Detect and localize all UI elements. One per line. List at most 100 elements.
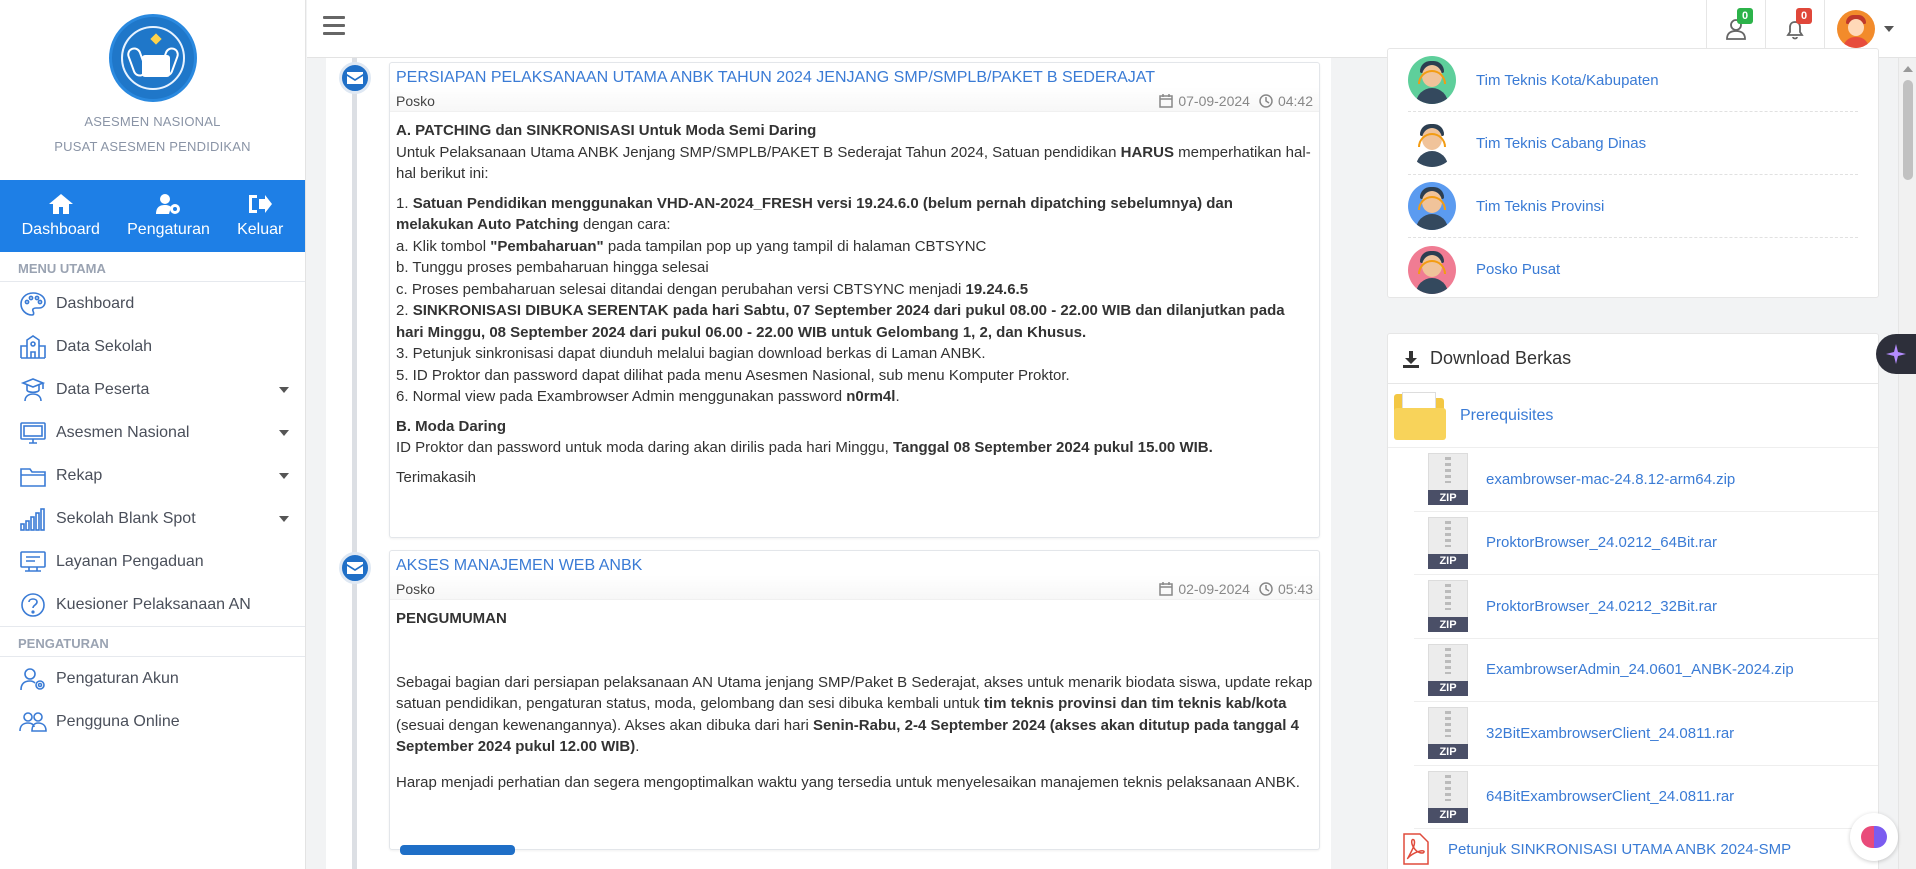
hamburger-menu-icon[interactable] [323,16,345,36]
file-link[interactable]: ProktorBrowser_24.0212_64Bit.rar [1486,534,1717,551]
posko-label[interactable]: Tim Teknis Kota/Kabupaten [1476,72,1659,89]
sidebar-item-rekap[interactable]: Rekap [0,454,305,497]
file-link[interactable]: 64BitExambrowserClient_24.0811.rar [1486,788,1734,805]
quick-pengaturan-label: Pengaturan [127,221,210,238]
posko-label[interactable]: Tim Teknis Cabang Dinas [1476,135,1646,152]
sidebar-item-dashboard[interactable]: Dashboard [0,282,305,325]
sidebar-item-kuesioner[interactable]: Kuesioner Pelaksanaan AN [0,583,305,626]
chevron-down-icon [279,387,289,393]
announcement-body: A. PATCHING dan SINKRONISASI Untuk Moda … [390,112,1319,506]
clock-icon [1259,94,1273,108]
org-name-line2: PUSAT ASESMEN PENDIDIKAN [54,139,251,154]
folder-icon [1394,391,1446,440]
step-2: 2. SINKRONISASI DIBUKA SERENTAK pada har… [396,302,1285,341]
calendar-icon [1159,94,1174,108]
quick-keluar-label: Keluar [237,221,284,238]
announcement-title[interactable]: AKSES MANAJEMEN WEB ANBK [390,551,1319,575]
quick-pengaturan-button[interactable]: Pengaturan [127,193,210,239]
tut-wuri-handayani-logo[interactable] [108,14,197,102]
intro-paragraph: Untuk Pelaksanaan Utama ANBK Jenjang SMP… [396,143,1311,183]
file-link[interactable]: exambrowser-mac-24.8.12-arm64.zip [1486,471,1735,488]
step-6: 6. Normal view pada Exambrowser Admin me… [396,388,900,405]
section-heading-b: B. Moda Daring [396,417,507,435]
user-cog-icon [156,194,181,214]
sidebar: ASESMEN NASIONAL PUSAT ASESMEN PENDIDIKA… [0,0,306,869]
sidebar-item-label: Asesmen Nasional [56,423,190,441]
sidebar-item-label: Data Sekolah [56,337,153,355]
envelope-icon [339,552,371,584]
file-item[interactable]: ZIP 32BitExambrowserClient_24.0811.rar [1414,702,1878,766]
file-link[interactable]: ProktorBrowser_24.0212_32Bit.rar [1486,598,1717,615]
helpdesk-avatar-icon [1408,182,1456,230]
sidebar-item-layanan-pengaduan[interactable]: Layanan Pengaduan [0,540,305,583]
download-header: Download Berkas [1388,334,1878,384]
chevron-down-icon [279,430,289,436]
sidebar-item-label: Sekolah Blank Spot [56,509,196,527]
announcement-heading: PENGUMUMAN [396,610,507,627]
file-link[interactable]: ExambrowserAdmin_24.0601_ANBK-2024.zip [1486,661,1794,678]
ai-assistant-button[interactable] [1876,334,1916,374]
posko-item[interactable]: Tim Teknis Provinsi [1408,175,1858,238]
scroll-up-arrow-icon[interactable] [1902,66,1913,72]
folder-label[interactable]: Prerequisites [1460,407,1553,425]
download-panel: Download Berkas Prerequisites ZIP exambr… [1387,333,1879,869]
org-name-line1: ASESMEN NASIONAL [84,114,221,129]
quick-keluar-button[interactable]: Keluar [237,193,283,239]
monitor-icon [18,420,48,446]
sparkle-icon [1886,344,1906,364]
sidebar-item-data-sekolah[interactable]: Data Sekolah [0,325,305,368]
brand: ASESMEN NASIONAL PUSAT ASESMEN PENDIDIKA… [0,0,305,180]
user-menu[interactable] [1825,10,1904,48]
file-item[interactable]: ZIP ProktorBrowser_24.0212_32Bit.rar [1414,575,1878,639]
sidebar-item-label: Pengaturan Akun [56,669,179,687]
avatar [1837,10,1875,48]
file-item[interactable]: ZIP exambrowser-mac-24.8.12-arm64.zip [1414,448,1878,512]
file-link[interactable]: 32BitExambrowserClient_24.0811.rar [1486,725,1734,742]
posko-item[interactable]: Posko Pusat [1408,238,1858,301]
announcement-author: Posko [396,93,435,109]
home-icon [48,194,73,214]
sidebar-item-sekolah-blank-spot[interactable]: Sekolah Blank Spot [0,497,305,540]
load-more-button[interactable] [400,845,515,855]
zip-file-icon: ZIP [1428,707,1468,760]
zip-file-icon: ZIP [1428,643,1468,696]
folder-prerequisites[interactable]: Prerequisites [1388,384,1878,448]
closing-text: Terimakasih [396,468,477,486]
sidebar-item-asesmen-nasional[interactable]: Asesmen Nasional [0,411,305,454]
chevron-down-icon [1884,26,1894,32]
file-item[interactable]: ZIP ExambrowserAdmin_24.0601_ANBK-2024.z… [1414,639,1878,702]
scrollbar-thumb[interactable] [1902,80,1913,180]
sidebar-item-pengguna-online[interactable]: Pengguna Online [0,700,305,743]
announcement-date: 07-09-2024 [1178,93,1250,109]
posko-item[interactable]: Tim Teknis Cabang Dinas [1408,112,1858,175]
quick-dashboard-button[interactable]: Dashboard [22,193,100,239]
zip-file-icon: ZIP [1428,580,1468,633]
file-item[interactable]: ZIP 64BitExambrowserClient_24.0811.rar [1414,766,1878,829]
posko-item[interactable]: Tim Teknis Kota/Kabupaten [1408,49,1858,112]
sidebar-item-pengaturan-akun[interactable]: Pengaturan Akun [0,657,305,700]
folder-icon [18,463,48,489]
quick-dashboard-label: Dashboard [21,221,100,238]
sidebar-item-label: Pengguna Online [56,712,180,730]
posko-label[interactable]: Posko Pusat [1476,261,1560,278]
palette-icon [18,291,48,317]
step-1c: c. Proses pembaharuan selesai ditandai d… [396,280,1029,298]
timeline: PERSIAPAN PELAKSANAAN UTAMA ANBK TAHUN 2… [326,58,1331,869]
chevron-down-icon [279,473,289,479]
moda-daring-paragraph: ID Proktor dan password untuk moda darin… [396,439,1213,456]
posko-label[interactable]: Tim Teknis Provinsi [1476,198,1604,215]
page-scrollbar[interactable] [1898,58,1916,869]
calendar-icon [1159,582,1174,596]
sidebar-item-data-peserta[interactable]: Data Peserta [0,368,305,411]
step-1b: b. Tunggu proses pembaharuan hingga sele… [396,259,709,276]
announcement-time: 05:43 [1277,581,1313,597]
section-heading-a: A. PATCHING dan SINKRONISASI Untuk Moda … [396,122,817,139]
pdf-link[interactable]: Petunjuk SINKRONISASI UTAMA ANBK 2024-SM… [1448,841,1791,858]
announcement-title[interactable]: PERSIAPAN PELAKSANAAN UTAMA ANBK TAHUN 2… [390,63,1319,87]
announcement-meta: Posko 02-09-2024 05:43 [390,575,1319,600]
sidebar-item-label: Data Peserta [56,380,150,398]
file-item[interactable]: ZIP ProktorBrowser_24.0212_64Bit.rar [1414,512,1878,575]
pdf-item[interactable]: Petunjuk SINKRONISASI UTAMA ANBK 2024-SM… [1388,829,1878,869]
brain-assistant-button[interactable] [1850,813,1898,861]
quick-actions: Dashboard Pengaturan Keluar [0,180,305,252]
